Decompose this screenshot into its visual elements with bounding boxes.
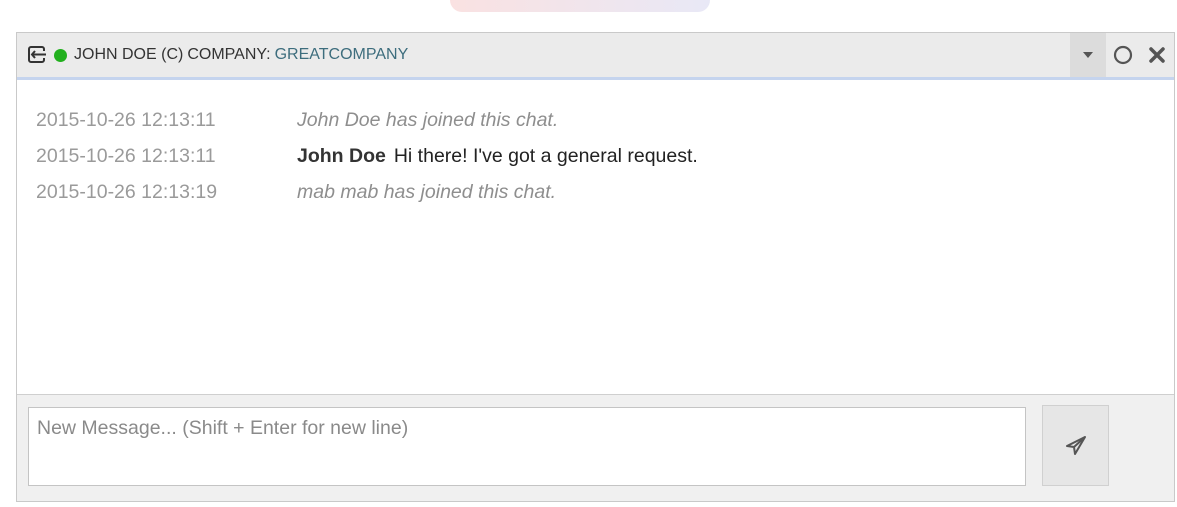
caret-down-icon	[1083, 52, 1093, 58]
message-composer	[17, 394, 1174, 501]
message-timestamp: 2015-10-26 12:13:11	[36, 145, 216, 167]
message-body: John Doe has joined this chat.	[297, 108, 558, 132]
message-sender: John Doe	[297, 145, 386, 167]
online-status-dot	[54, 48, 67, 62]
collapse-button[interactable]	[1070, 33, 1106, 77]
message-row: 2015-10-26 12:13:19 mab mab has joined t…	[17, 180, 1174, 216]
window-controls	[1070, 33, 1174, 77]
system-message-text: John Doe has joined this chat.	[297, 109, 559, 131]
circle-icon	[1113, 45, 1133, 65]
chat-header: JOHN DOE (C) COMPANY: GREATCOMPANY	[17, 33, 1174, 80]
page: JOHN DOE (C) COMPANY: GREATCOMPANY 2015-…	[0, 0, 1177, 507]
message-text: Hi there! I've got a general request.	[393, 145, 698, 167]
chat-window: JOHN DOE (C) COMPANY: GREATCOMPANY 2015-…	[16, 32, 1175, 502]
background-decoration	[450, 0, 710, 12]
message-body: John Doe Hi there! I've got a general req…	[297, 144, 698, 168]
chat-title: JOHN DOE (C) COMPANY: GREATCOMPANY	[28, 33, 408, 77]
message-timestamp: 2015-10-26 12:13:11	[36, 109, 216, 131]
close-button[interactable]	[1140, 33, 1174, 77]
minimize-button[interactable]	[1106, 33, 1140, 77]
new-message-input[interactable]	[28, 407, 1026, 486]
message-row: 2015-10-26 12:13:11 John Doe Hi there! I'…	[17, 144, 1174, 180]
message-list[interactable]: 2015-10-26 12:13:11 John Doe has joined …	[17, 80, 1174, 392]
message-timestamp: 2015-10-26 12:13:19	[36, 181, 218, 203]
paper-plane-icon	[1065, 435, 1086, 455]
customer-name: JOHN DOE (C)	[74, 46, 184, 63]
send-button[interactable]	[1042, 405, 1109, 486]
message-row: 2015-10-26 12:13:11 John Doe has joined …	[17, 108, 1174, 144]
exit-icon[interactable]	[28, 46, 48, 64]
company-name: GREATCOMPANY	[274, 46, 409, 63]
system-message-text: mab mab has joined this chat.	[297, 181, 557, 203]
company-label: COMPANY:	[187, 46, 271, 63]
message-body: mab mab has joined this chat.	[297, 180, 556, 204]
close-icon	[1149, 47, 1165, 63]
